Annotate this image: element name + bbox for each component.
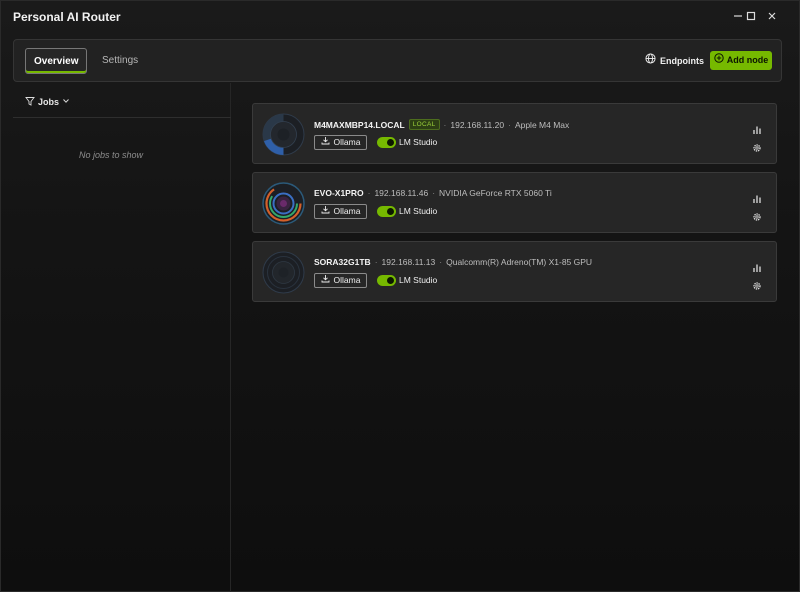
add-node-button[interactable]: Add node — [710, 51, 772, 70]
node-card[interactable]: SORA32G1TB · 192.168.11.13 · Qualcomm(R)… — [252, 241, 777, 302]
node-ip: 192.168.11.46 — [374, 188, 429, 198]
main-toolbar: Overview Settings Endpoints Add node — [13, 39, 782, 82]
lm-studio-label: LM Studio — [399, 206, 438, 216]
jobs-label: Jobs — [38, 97, 60, 107]
gear-icon[interactable] — [752, 209, 762, 221]
endpoints-label: Endpoints — [660, 56, 704, 66]
gear-icon[interactable] — [752, 140, 762, 152]
node-card[interactable]: EVO-X1PRO · 192.168.11.46 · NVIDIA GeFor… — [252, 172, 777, 233]
download-icon — [321, 205, 330, 218]
bar-chart-icon[interactable] — [752, 191, 762, 203]
ollama-label: Ollama — [333, 206, 361, 216]
node-name: EVO-X1PRO — [314, 188, 364, 198]
ollama-label: Ollama — [333, 275, 361, 285]
app-title: Personal AI Router — [13, 10, 121, 24]
node-gpu: Apple M4 Max — [514, 119, 570, 130]
lm-studio-toggle[interactable] — [377, 206, 396, 217]
lm-studio-toggle[interactable] — [377, 137, 396, 148]
endpoints-button[interactable]: Endpoints — [645, 53, 704, 69]
ollama-install-button[interactable]: Ollama — [314, 135, 367, 150]
lm-studio-label: LM Studio — [399, 137, 438, 147]
download-icon — [321, 274, 330, 287]
download-icon — [321, 136, 330, 149]
title-bar: Personal AI Router — [1, 1, 800, 35]
jobs-sidebar: Jobs No jobs to show — [13, 83, 231, 592]
close-icon[interactable] — [764, 9, 780, 25]
app-window: Personal AI Router Overview Settings End… — [0, 0, 800, 592]
tab-overview[interactable]: Overview — [25, 48, 88, 74]
sidebar-divider — [13, 117, 231, 118]
node-title: SORA32G1TB · 192.168.11.13 · Qualcomm(R)… — [314, 257, 593, 267]
ollama-install-button[interactable]: Ollama — [314, 273, 367, 288]
ollama-label: Ollama — [333, 137, 361, 147]
add-node-label: Add node — [726, 55, 769, 65]
node-title: EVO-X1PRO · 192.168.11.46 · NVIDIA GeFor… — [314, 188, 552, 198]
node-usage-gauge — [262, 251, 305, 294]
plus-circle-icon — [714, 51, 724, 70]
node-ip: 192.168.11.13 — [381, 257, 436, 267]
globe-icon — [645, 53, 656, 69]
bar-chart-icon[interactable] — [752, 122, 762, 134]
node-usage-gauge — [262, 182, 305, 225]
jobs-filter-dropdown[interactable]: Jobs — [25, 96, 70, 108]
empty-jobs-text: No jobs to show — [78, 150, 144, 160]
local-badge: LOCAL — [408, 119, 440, 130]
gear-icon[interactable] — [752, 278, 762, 290]
maximize-icon[interactable] — [743, 9, 759, 25]
node-ip: 192.168.11.20 — [450, 119, 505, 130]
node-gpu: Qualcomm(R) Adreno(TM) X1-85 GPU — [446, 257, 593, 267]
node-card[interactable]: M4MAXMBP14.LOCAL LOCAL · 192.168.11.20 ·… — [252, 103, 777, 164]
lm-studio-label: LM Studio — [399, 275, 438, 285]
node-usage-gauge — [262, 113, 305, 156]
ollama-install-button[interactable]: Ollama — [314, 204, 367, 219]
node-name: SORA32G1TB — [314, 257, 371, 267]
filter-icon — [25, 96, 35, 108]
node-title: M4MAXMBP14.LOCAL LOCAL · 192.168.11.20 ·… — [314, 119, 570, 130]
chevron-down-icon — [62, 97, 70, 107]
node-gpu: NVIDIA GeForce RTX 5060 Ti — [439, 188, 552, 198]
node-name: M4MAXMBP14.LOCAL — [314, 119, 405, 130]
bar-chart-icon[interactable] — [752, 260, 762, 272]
tab-settings[interactable]: Settings — [94, 48, 146, 74]
lm-studio-toggle[interactable] — [377, 275, 396, 286]
